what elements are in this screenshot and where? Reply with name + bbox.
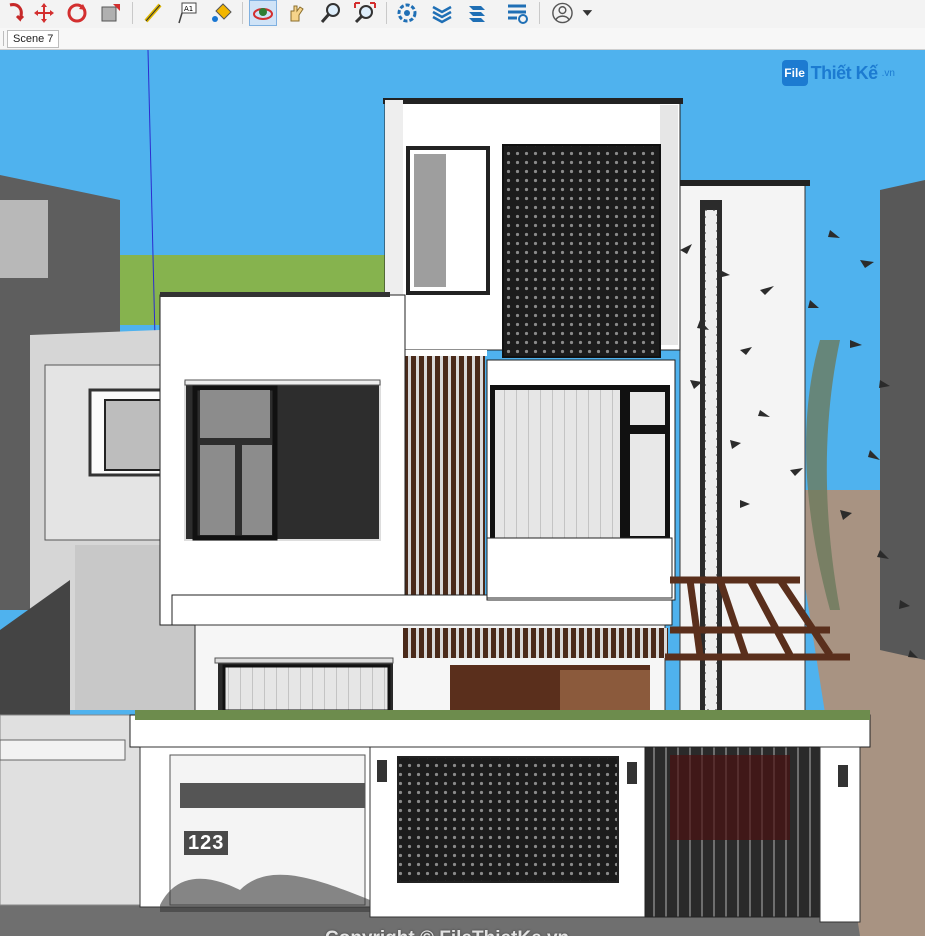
orbit-icon[interactable] [2,0,30,26]
scale-icon[interactable] [97,0,125,26]
logo-mark: File [781,60,808,86]
paint-bucket-icon[interactable] [208,0,236,26]
component-settings-icon[interactable] [393,0,421,26]
tape-measure-icon[interactable] [140,0,168,26]
scene-tab-previous-edge[interactable] [0,31,4,46]
text-icon[interactable]: A1 [174,0,202,26]
house-model-render [0,50,925,936]
pan-icon[interactable] [283,0,311,26]
orbit-view-icon[interactable] [249,0,277,26]
toolbar-separator [132,2,133,24]
rotate-icon[interactable] [63,0,91,26]
toolbar-separator [539,2,540,24]
copyright-watermark: Copyright © FileThietKe.vn [325,928,569,936]
house-number-plate: 123 [184,831,229,855]
toolbar-separator [386,2,387,24]
zoom-extents-icon[interactable] [351,0,379,26]
site-logo: File Thiết Kế .vn [781,60,895,86]
scene-tab-bar: Scene 7 [0,28,925,50]
logo-text: Thiết Kế [810,62,879,83]
extension-icon[interactable] [463,0,491,26]
zoom-icon[interactable] [317,0,345,26]
layers-icon[interactable] [428,0,456,26]
scene-tab-active[interactable]: Scene 7 [7,30,60,48]
model-viewport[interactable]: File Thiết Kế .vn 123 Copyright © FileTh… [0,50,925,936]
main-toolbar: A1 [0,0,925,29]
account-icon[interactable] [548,0,598,26]
settings-gear-icon[interactable] [503,0,531,26]
text-tool-badge: A1 [184,5,193,13]
logo-suffix: .vn [881,67,895,79]
toolbar-separator [242,2,243,24]
move-icon[interactable] [30,0,58,26]
